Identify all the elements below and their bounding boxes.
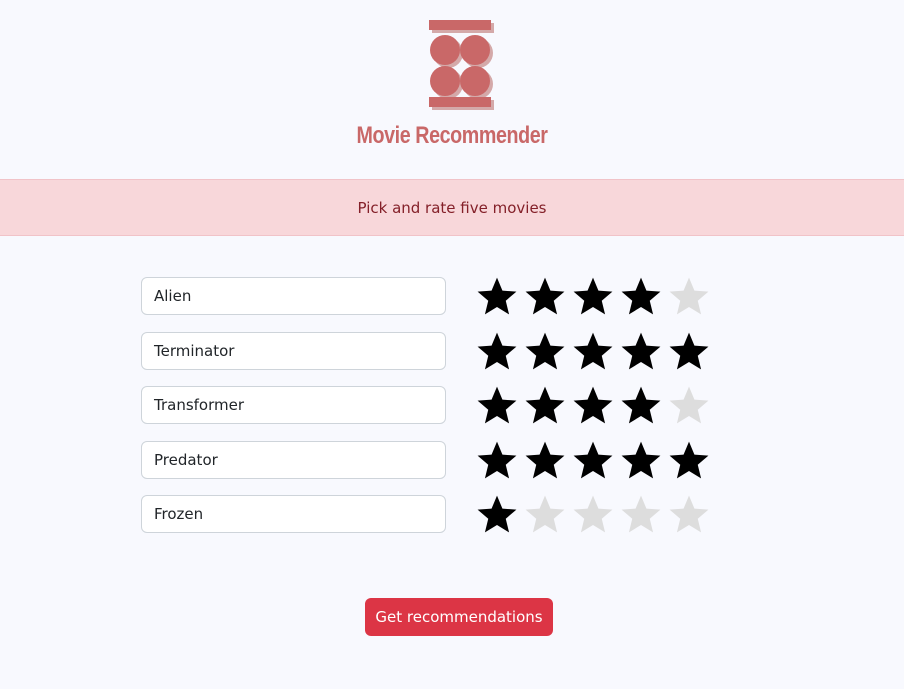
film-reel-logo-icon xyxy=(429,20,494,110)
star-icon-filled[interactable] xyxy=(473,275,521,317)
app-title: Movie Recommender xyxy=(356,122,548,149)
star-icon-empty[interactable] xyxy=(617,493,665,535)
get-recommendations-button[interactable]: Get recommendations xyxy=(365,598,553,636)
movie-input[interactable]: Predator xyxy=(141,441,446,479)
star-icon-filled[interactable] xyxy=(617,330,665,372)
star-icon-empty[interactable] xyxy=(569,493,617,535)
star-icon-filled[interactable] xyxy=(617,439,665,481)
star-rating[interactable] xyxy=(473,493,713,535)
star-icon-filled[interactable] xyxy=(473,384,521,426)
movie-input[interactable]: Transformer xyxy=(141,386,446,424)
star-icon-filled[interactable] xyxy=(617,275,665,317)
movie-input[interactable]: Alien xyxy=(141,277,446,315)
star-icon-filled[interactable] xyxy=(521,275,569,317)
star-rating[interactable] xyxy=(473,439,713,481)
star-rating[interactable] xyxy=(473,275,713,317)
star-rating[interactable] xyxy=(473,384,713,426)
movie-input[interactable]: Terminator xyxy=(141,332,446,370)
star-icon-empty[interactable] xyxy=(665,493,713,535)
star-icon-filled[interactable] xyxy=(617,384,665,426)
star-icon-filled[interactable] xyxy=(521,384,569,426)
star-icon-filled[interactable] xyxy=(473,330,521,372)
star-icon-filled[interactable] xyxy=(569,330,617,372)
star-icon-empty[interactable] xyxy=(521,493,569,535)
star-rating[interactable] xyxy=(473,330,713,372)
star-icon-filled[interactable] xyxy=(665,439,713,481)
star-icon-filled[interactable] xyxy=(569,275,617,317)
star-icon-filled[interactable] xyxy=(473,493,521,535)
banner-text: Pick and rate five movies xyxy=(357,199,547,217)
star-icon-filled[interactable] xyxy=(569,384,617,426)
star-icon-filled[interactable] xyxy=(521,330,569,372)
star-icon-filled[interactable] xyxy=(665,330,713,372)
movie-input[interactable]: Frozen xyxy=(141,495,446,533)
star-icon-filled[interactable] xyxy=(569,439,617,481)
instruction-banner: Pick and rate five movies xyxy=(0,179,904,236)
star-icon-filled[interactable] xyxy=(473,439,521,481)
star-icon-empty[interactable] xyxy=(665,275,713,317)
star-icon-filled[interactable] xyxy=(521,439,569,481)
star-icon-empty[interactable] xyxy=(665,384,713,426)
